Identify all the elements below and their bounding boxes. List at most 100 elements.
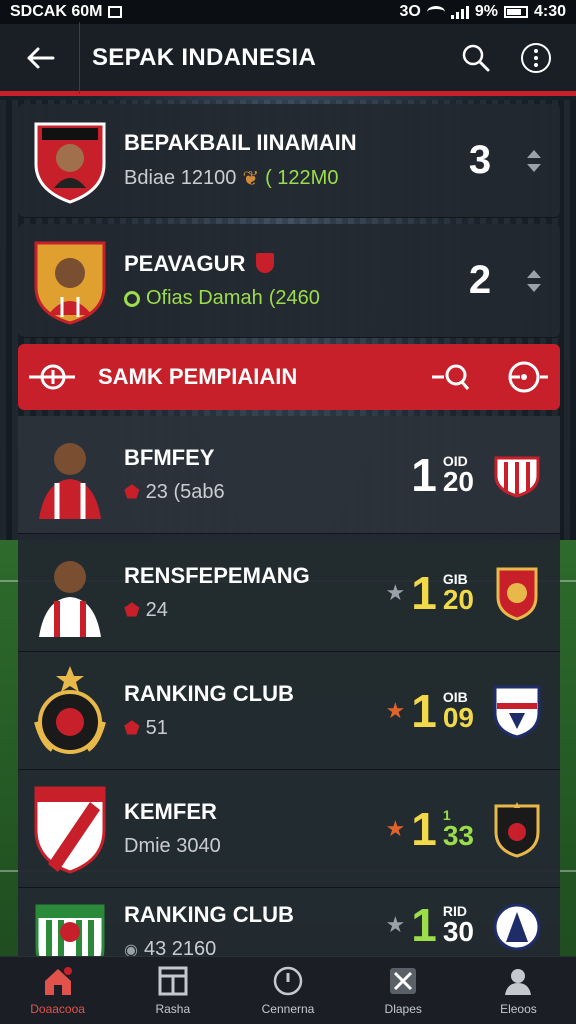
player-name: PEAVAGUR — [124, 251, 246, 276]
club-badge-icon — [474, 683, 560, 739]
target-icon — [508, 361, 548, 393]
bottom-navigation: Doaacooa Rasha Cennerna Dlapes Eleoos — [0, 956, 576, 1024]
star-icon: ★ — [385, 815, 406, 841]
signal-icon — [450, 5, 469, 19]
player-name: RENSFEPEMANG — [124, 563, 310, 588]
nav-label: Dlapes — [384, 1001, 422, 1016]
club-badge-icon — [474, 565, 560, 621]
back-button[interactable] — [0, 21, 80, 94]
search-button[interactable] — [446, 22, 506, 94]
rank-small: 30 — [442, 916, 474, 947]
club-icon: ⬟ — [124, 718, 140, 738]
rank-value: ★ 1 RID 30 — [354, 902, 474, 948]
sort-updown-icon — [527, 149, 541, 172]
nav-item-rasha[interactable]: Rasha — [115, 957, 230, 1024]
section-header: SAMK PEMPIAIAIN — [18, 344, 560, 410]
club-crest-avatar — [18, 664, 122, 758]
player-name: BEPAKBAIL IINAMAIN — [124, 130, 357, 155]
club-badge-icon — [474, 902, 560, 952]
table-icon — [158, 966, 188, 995]
reorder-handle[interactable] — [508, 148, 560, 174]
ranked-player-row[interactable]: RENSFEPEMANG ⬟ 24 ★ 1 GIB 20 — [18, 534, 560, 652]
status-time: 4:30 — [533, 3, 566, 20]
ranking-list: BEPAKBAIL IINAMAIN Bdiae 12100 ❦ ( 122M0… — [18, 104, 560, 964]
rank-value: ★ 1 1 33 — [354, 806, 474, 852]
ranked-club-row[interactable]: RANKING CLUB ◉ 43 2160 ★ 1 RID 30 — [18, 888, 560, 964]
nav-label: Rasha — [155, 1001, 191, 1016]
player-avatar — [18, 429, 122, 521]
battery-icon — [503, 6, 528, 18]
arrow-left-icon — [27, 47, 54, 68]
tools-icon — [390, 967, 417, 994]
club-badge-icon — [474, 800, 560, 858]
club-sub: 51 — [145, 717, 168, 739]
player-name: BFMFEY — [124, 445, 215, 470]
player-name: KEMFER — [124, 799, 217, 824]
player-sub: 23 (5ab6 — [145, 481, 225, 503]
top-player-row[interactable]: BEPAKBAIL IINAMAIN Bdiae 12100 ❦ ( 122M0… — [18, 104, 560, 218]
rank-small: 33 — [442, 819, 474, 851]
player-sub: Dmie 3040 — [124, 835, 221, 857]
rank-big: 1 — [411, 899, 437, 951]
rank-big: 1 — [411, 802, 437, 855]
target-icon — [124, 290, 140, 307]
club-crest-avatar — [18, 902, 122, 963]
battery-percent: 9% — [474, 3, 498, 20]
nav-item-dlapes[interactable]: Dlapes — [346, 957, 461, 1024]
player-score: 3 — [468, 138, 492, 182]
rank-big: 1 — [411, 684, 437, 737]
top-player-row[interactable]: PEAVAGUR Ofias Damah (2460 2 — [18, 224, 560, 338]
section-filter-button[interactable] — [490, 344, 560, 410]
ranked-player-row[interactable]: KEMFER Dmie 3040 ★ 1 1 33 — [18, 770, 560, 888]
reorder-handle[interactable] — [508, 268, 560, 294]
ranked-player-row[interactable]: BFMFEY ⬟ 23 (5ab6 1 OID 20 — [18, 416, 560, 534]
crosshair-button[interactable] — [18, 344, 88, 410]
notification-icon — [108, 6, 123, 18]
nav-label: Doaacooa — [30, 1001, 85, 1016]
app-bar: SEPAK INDANESIA — [0, 21, 576, 96]
rank-value: 1 OID 20 — [354, 452, 474, 498]
section-title: SAMK PEMPIAIAIN — [98, 364, 298, 389]
club-icon: ⬟ — [124, 600, 140, 620]
home-icon — [44, 966, 72, 995]
player-sub-text: Bdiae 12100 — [124, 167, 237, 189]
clock-icon — [273, 966, 303, 995]
star-icon: ★ — [385, 912, 406, 937]
rank-value: ★ 1 OIB 09 — [354, 688, 474, 734]
status-bar: SDCAK 60M 3O 9% 4:30 — [0, 0, 576, 24]
player-crest-avatar — [18, 118, 122, 204]
rank-small: 09 — [442, 701, 474, 733]
nav-label: Eleoos — [500, 1001, 537, 1016]
club-icon: ⬟ — [124, 482, 140, 502]
more-options-button[interactable] — [506, 22, 566, 94]
player-crest-avatar — [18, 237, 122, 325]
club-crest-avatar — [18, 784, 122, 874]
section-search-button[interactable] — [420, 344, 490, 410]
rank-big: 1 — [411, 448, 437, 501]
rank-small: 20 — [442, 465, 474, 497]
player-sub: 24 — [145, 599, 168, 621]
nav-label: Cennerna — [261, 1001, 315, 1016]
status-left-text: SDCAK 60M — [10, 3, 103, 20]
player-score: 2 — [468, 258, 492, 302]
nav-item-cennerna[interactable]: Cennerna — [230, 957, 345, 1024]
wings-icon: ❦ — [242, 168, 260, 190]
rank-big: 1 — [411, 566, 437, 619]
club-name: RANKING CLUB — [124, 902, 294, 927]
club-shield-icon — [255, 253, 274, 273]
crosshair-icon — [29, 364, 75, 390]
sort-updown-icon — [527, 269, 541, 292]
ranked-club-row[interactable]: RANKING CLUB ⬟ 51 ★ 1 OIB 09 — [18, 652, 560, 770]
star-icon: ★ — [385, 579, 406, 605]
star-icon: ★ — [385, 697, 406, 723]
wifi-icon — [426, 6, 445, 18]
search-icon — [462, 44, 490, 71]
page-title: SEPAK INDANESIA — [92, 43, 317, 71]
nav-item-eleoos[interactable]: Eleoos — [461, 957, 576, 1024]
player-sub-value: (2460 — [268, 287, 320, 309]
player-sub-value: ( 122M0 — [265, 167, 339, 189]
user-icon — [505, 968, 532, 995]
club-name: RANKING CLUB — [124, 681, 294, 706]
nav-item-home[interactable]: Doaacooa — [0, 957, 115, 1024]
club-badge-icon — [474, 452, 560, 498]
